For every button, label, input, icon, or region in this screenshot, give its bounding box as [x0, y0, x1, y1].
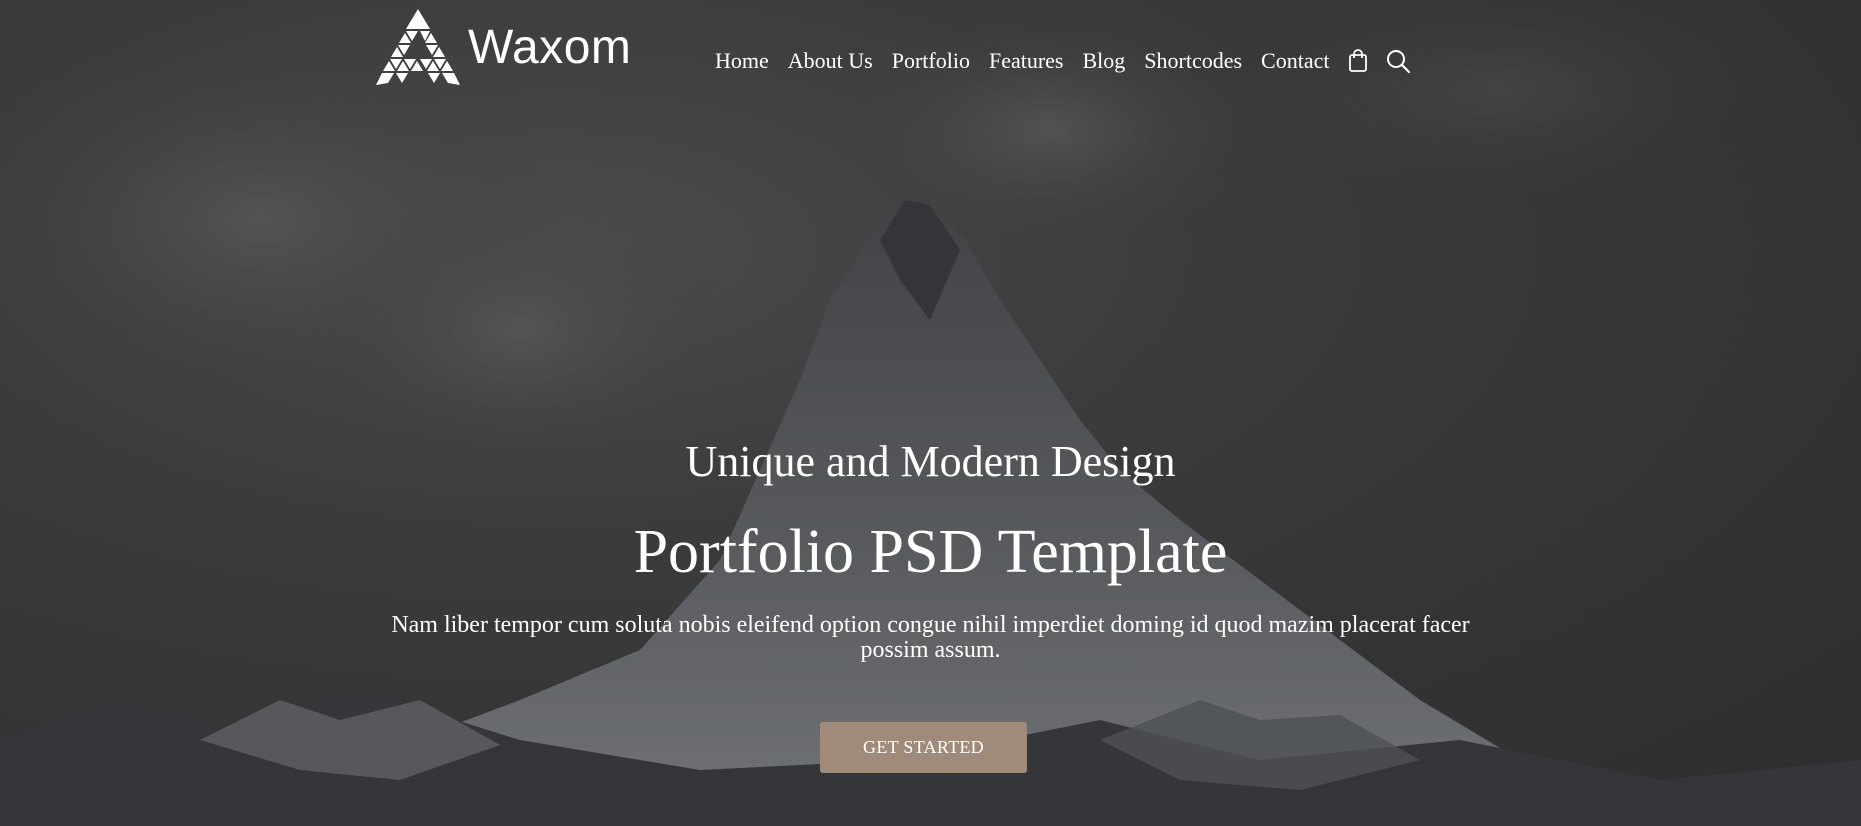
- nav-item-contact[interactable]: Contact: [1261, 48, 1329, 74]
- brand-name: Waxom: [468, 21, 632, 74]
- shopping-bag-icon[interactable]: [1345, 47, 1371, 75]
- get-started-button[interactable]: GET STARTED: [820, 722, 1027, 773]
- nav-item-about-us[interactable]: About Us: [788, 48, 873, 74]
- hero-headline: Portfolio PSD Template: [633, 518, 1228, 586]
- brand-logo[interactable]: Waxom: [376, 8, 631, 88]
- nav-item-shortcodes[interactable]: Shortcodes: [1144, 48, 1242, 74]
- hero-eyebrow: Unique and Modern Design: [685, 437, 1176, 486]
- nav-item-home[interactable]: Home: [715, 48, 769, 74]
- nav-item-blog[interactable]: Blog: [1082, 48, 1125, 74]
- search-icon[interactable]: [1385, 47, 1411, 75]
- main-navigation: Home About Us Portfolio Features Blog Sh…: [715, 44, 1425, 78]
- hero-section: [0, 0, 1861, 826]
- nav-icons: [1345, 47, 1425, 75]
- triangle-mosaic-logo-icon: [376, 9, 460, 85]
- hero-lead-text: Nam liber tempor cum soluta nobis eleife…: [391, 612, 1470, 663]
- dark-overlay: [0, 0, 1861, 826]
- nav-item-portfolio[interactable]: Portfolio: [892, 48, 970, 74]
- nav-item-features[interactable]: Features: [989, 48, 1064, 74]
